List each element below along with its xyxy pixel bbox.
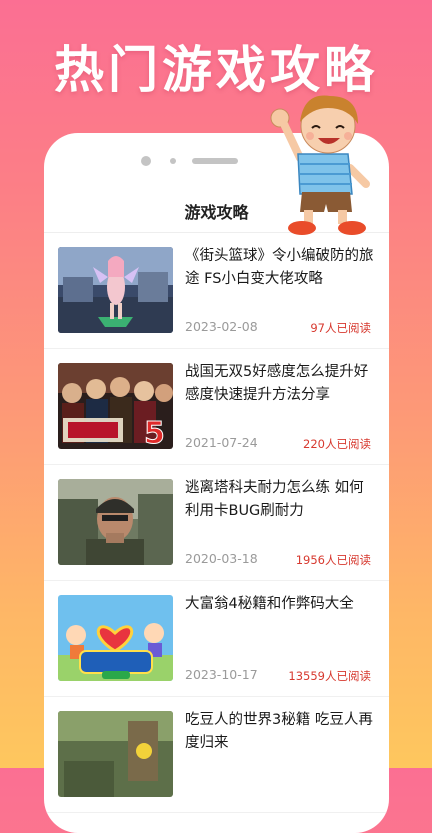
article-read-count: 1956人已阅读 [295, 553, 371, 567]
article-title[interactable]: 吃豆人的世界3秘籍 吃豆人再度归来 [185, 709, 375, 755]
article-title[interactable]: 战国无双5好感度怎么提升好感度快速提升方法分享 [185, 361, 375, 407]
article-title[interactable]: 《街头篮球》令小编破防的旅途 FS小白变大佬攻略 [185, 245, 375, 291]
svg-text:5: 5 [144, 416, 165, 449]
article-date: 2020-03-18 [185, 551, 258, 566]
article-item[interactable]: 《街头篮球》令小编破防的旅途 FS小白变大佬攻略 2023-02-08 97人已… [44, 233, 389, 349]
article-read-count: 220人已阅读 [303, 437, 371, 451]
article-date: 2021-07-24 [185, 435, 258, 450]
camera-icon [141, 156, 151, 166]
article-item[interactable]: 吃豆人的世界3秘籍 吃豆人再度归来 [44, 697, 389, 813]
article-title[interactable]: 大富翁4秘籍和作弊码大全 [185, 593, 375, 616]
article-date: 2023-02-08 [185, 319, 258, 334]
article-item[interactable]: 5 战国无双5好感度怎么提升好感度快速提升方法分享 2021-07-24 220… [44, 349, 389, 465]
article-list: 《街头篮球》令小编破防的旅途 FS小白变大佬攻略 2023-02-08 97人已… [44, 233, 389, 813]
article-date: 2023-10-17 [185, 667, 258, 682]
sensor-icon [170, 158, 176, 164]
speaker-icon [192, 158, 238, 164]
article-thumbnail-richman [58, 595, 173, 681]
article-thumbnail-soldier [58, 479, 173, 565]
article-thumbnail-samurai: 5 [58, 363, 173, 449]
article-item[interactable]: 逃离塔科夫耐力怎么练 如何利用卡BUG刷耐力 2020-03-18 1956人已… [44, 465, 389, 581]
article-read-count: 13559人已阅读 [288, 669, 371, 683]
article-item[interactable]: 大富翁4秘籍和作弊码大全 2023-10-17 13559人已阅读 [44, 581, 389, 697]
article-read-count: 97人已阅读 [310, 321, 371, 335]
cartoon-boy-mascot-icon [270, 95, 370, 235]
article-thumbnail-dancer [58, 247, 173, 333]
article-title[interactable]: 逃离塔科夫耐力怎么练 如何利用卡BUG刷耐力 [185, 477, 375, 523]
article-thumbnail-pacman [58, 711, 173, 797]
